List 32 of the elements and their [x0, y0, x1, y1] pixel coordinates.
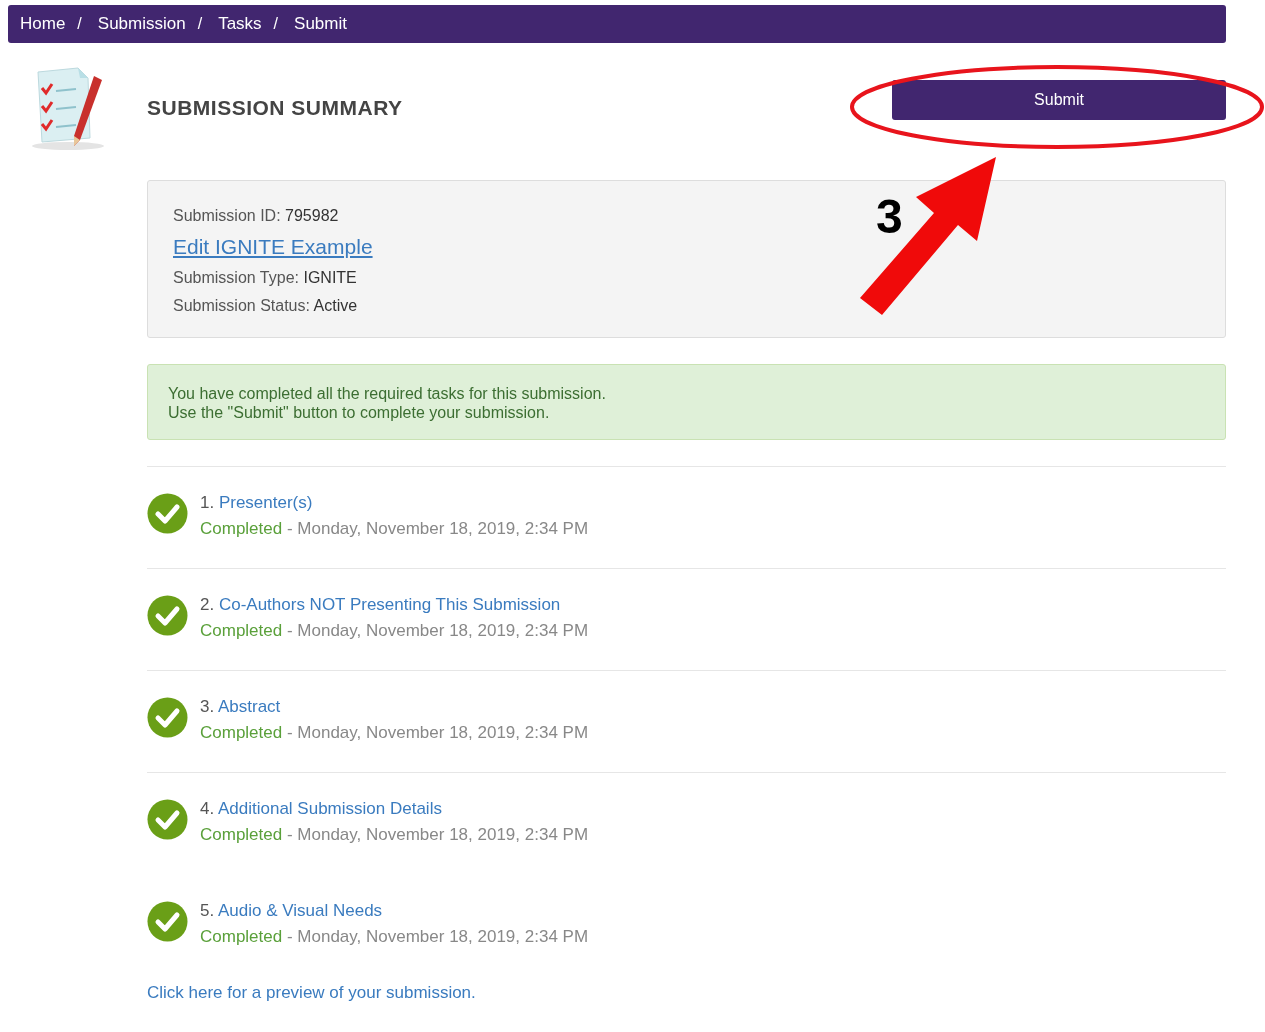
summary-field: Submission Type: IGNITE [173, 269, 357, 287]
task-link[interactable]: Audio & Visual Needs [217, 901, 383, 920]
task-link[interactable]: Co-Authors NOT Presenting This Submission [218, 595, 561, 614]
breadcrumb-link[interactable]: Submit [294, 14, 347, 34]
summary-field: Submission Status: Active [173, 297, 358, 315]
breadcrumb-link[interactable]: Submission [97, 14, 186, 34]
task-number: 5. [200, 901, 216, 920]
step-number: 3 [876, 193, 903, 241]
edit-link[interactable]: Edit IGNITE Example [173, 235, 373, 259]
task-status-line: Completed - Monday, November 18, 2019, 2:34 PM [200, 927, 589, 947]
breadcrumb-link[interactable]: Home [20, 14, 66, 34]
task-status-line: Completed - Monday, November 18, 2019, 2:34 PM [200, 621, 589, 641]
breadcrumb-separator: / [77, 15, 82, 33]
breadcrumb-link[interactable]: Tasks [218, 14, 262, 34]
task-link[interactable]: Abstract [217, 697, 281, 716]
task-number: 4. [200, 799, 216, 818]
alert-message: Use the "Submit" button to complete your submission. [168, 403, 551, 422]
alert-message: You have completed all the required tasks for this submission. [168, 384, 607, 403]
task-link[interactable]: Presenter(s) [218, 493, 313, 512]
task-number: 3. [200, 697, 216, 716]
breadcrumb-separator: / [273, 15, 279, 33]
page-title: SUBMISSION SUMMARY [147, 96, 403, 120]
preview-link[interactable]: Click here for a preview of your submission. [147, 983, 476, 1003]
task-number: 1. [200, 493, 216, 512]
task-status-line: Completed - Monday, November 18, 2019, 2:34 PM [200, 723, 589, 743]
task-status-line: Completed - Monday, November 18, 2019, 2:34 PM [200, 825, 589, 845]
task-number: 2. [200, 595, 216, 614]
task-status-line: Completed - Monday, November 18, 2019, 2:34 PM [200, 519, 589, 539]
breadcrumb-separator: / [197, 15, 203, 33]
task-link[interactable]: Additional Submission Details [217, 799, 442, 818]
summary-field: Submission ID: 795982 [173, 207, 339, 225]
submit-button[interactable]: Submit [892, 80, 1226, 120]
